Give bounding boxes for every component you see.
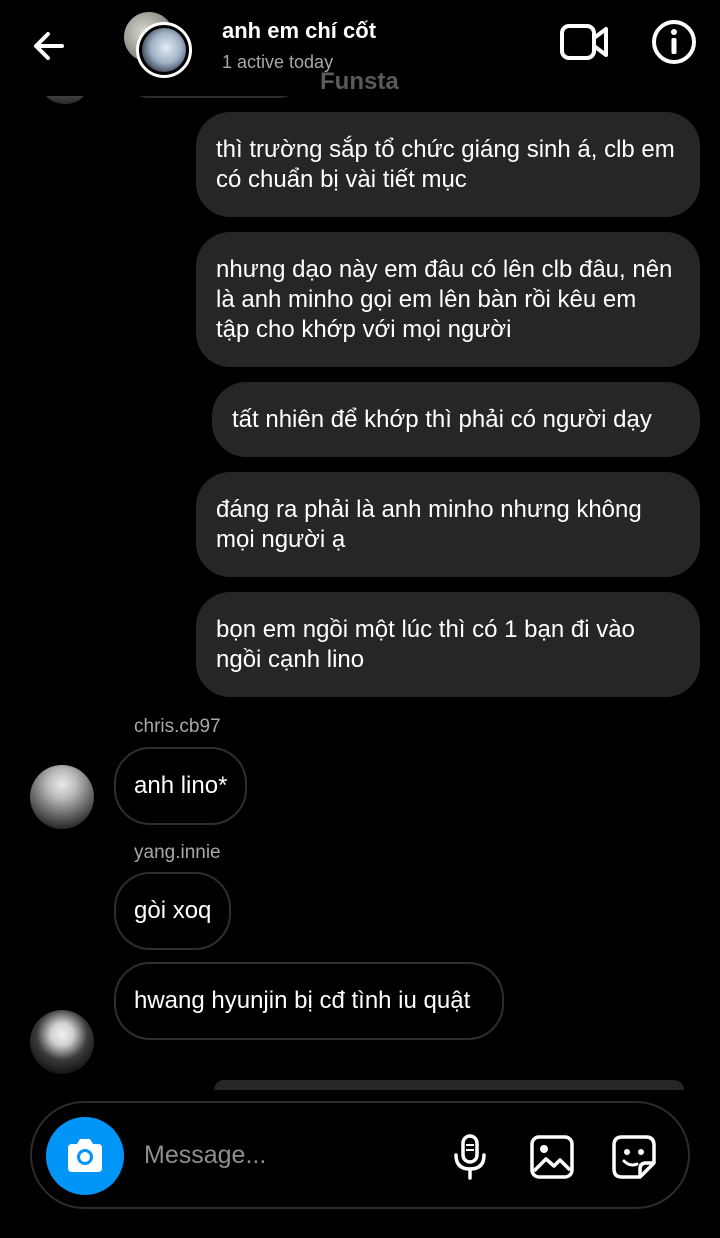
vanish-mode-label: Funsta (320, 68, 399, 95)
outgoing-message[interactable]: đáng ra phải là anh minho nhưng không mọ… (196, 472, 700, 577)
avatar[interactable] (30, 1010, 94, 1074)
info-icon[interactable] (650, 18, 698, 66)
message-input[interactable]: Message... (144, 1141, 266, 1170)
video-call-icon[interactable] (558, 20, 610, 64)
back-arrow-icon[interactable] (28, 24, 72, 68)
incoming-message[interactable]: gòi xoq (114, 872, 232, 950)
message-bubble-partial (214, 1080, 684, 1090)
outgoing-message[interactable]: bọn em ngồi một lúc thì có 1 bạn đi vào … (196, 592, 700, 697)
incoming-message[interactable]: anh lino* (114, 747, 248, 825)
camera-button[interactable] (46, 1117, 124, 1195)
incoming-message[interactable]: hwang hyunjin bị cđ tình iu quật (114, 962, 504, 1040)
gallery-icon[interactable] (528, 1133, 576, 1181)
chat-title[interactable]: anh em chí cốt (222, 18, 376, 44)
avatar[interactable] (30, 765, 94, 829)
sender-name: chris.cb97 (134, 716, 221, 737)
group-avatar[interactable] (124, 12, 194, 78)
active-status: 1 active today (222, 52, 334, 72)
message-composer: Message... (30, 1101, 690, 1209)
microphone-icon[interactable] (446, 1133, 494, 1181)
outgoing-message[interactable]: nhưng dạo này em đâu có lên clb đâu, nên… (196, 232, 700, 367)
outgoing-message[interactable]: tất nhiên để khớp thì phải có người dạy (212, 382, 700, 457)
sender-name: yang.innie (134, 842, 221, 863)
outgoing-message[interactable]: thì trường sắp tổ chức giáng sinh á, clb… (196, 112, 700, 217)
camera-icon (68, 1139, 102, 1172)
member-avatar-front (136, 22, 192, 78)
sticker-icon[interactable] (610, 1133, 658, 1181)
